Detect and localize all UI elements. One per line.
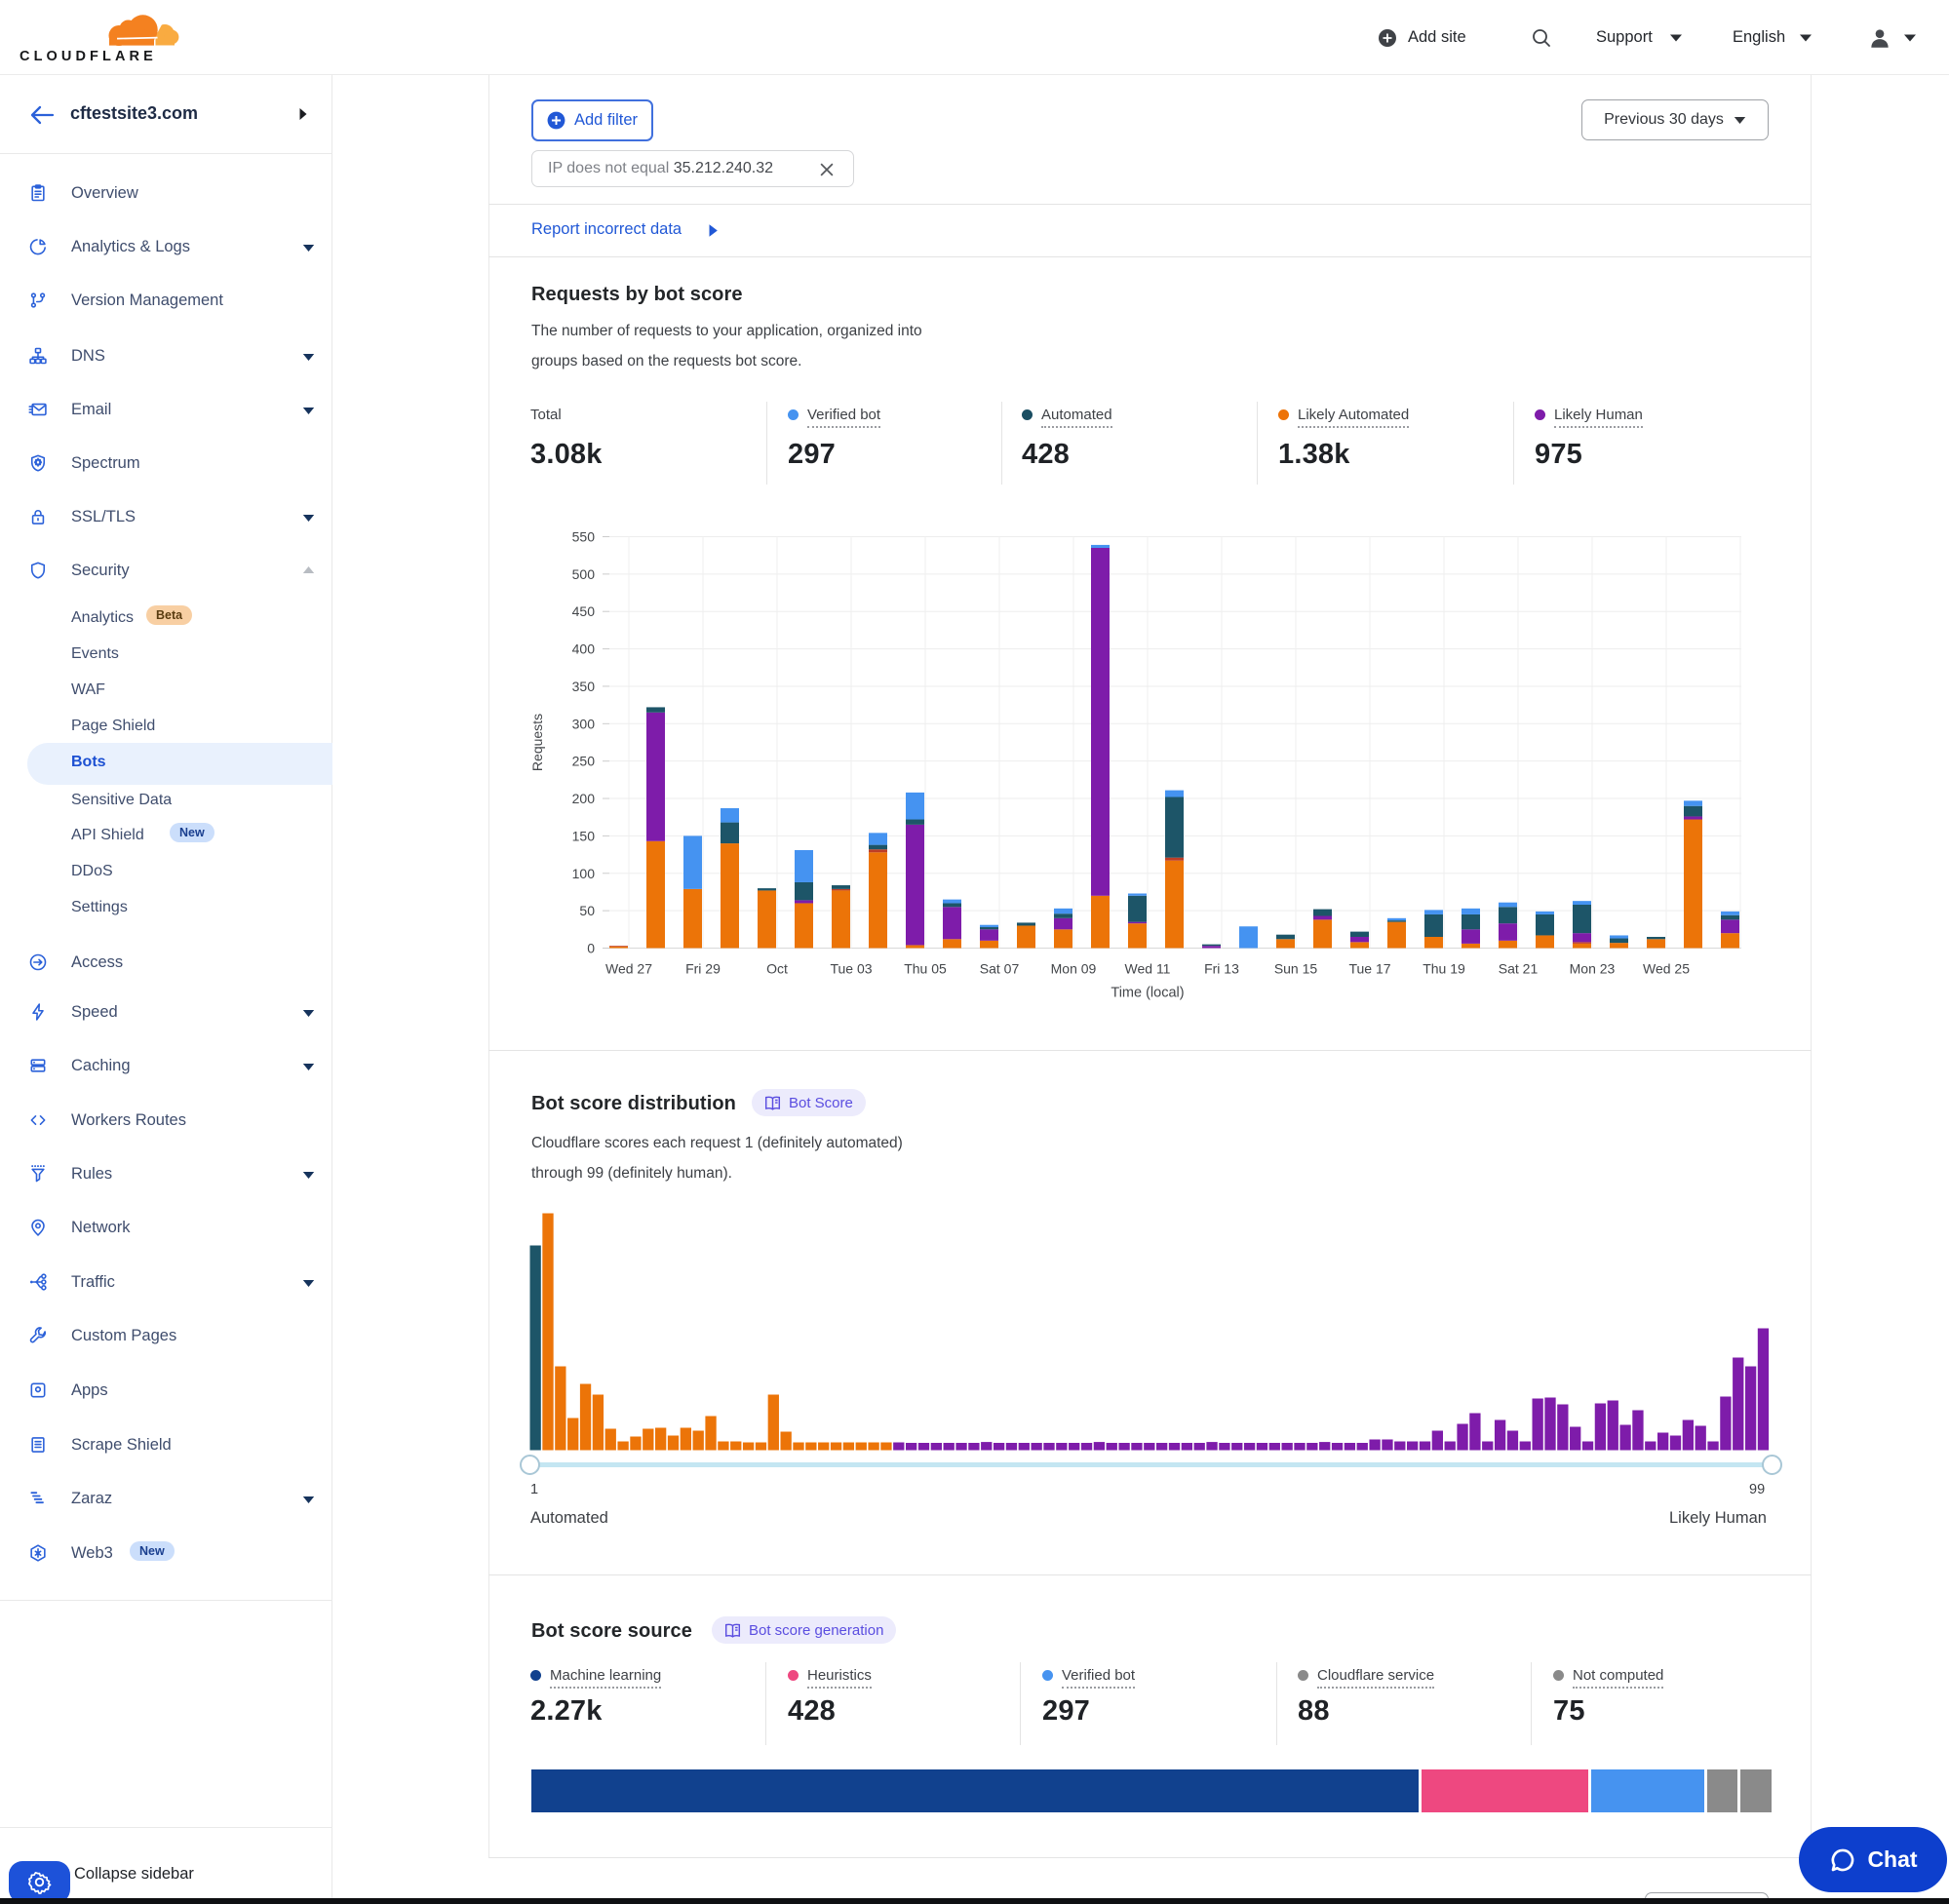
svg-text:Sat 21: Sat 21 (1499, 961, 1539, 977)
svg-text:Sat 07: Sat 07 (980, 961, 1020, 977)
svg-text:Sun 15: Sun 15 (1274, 961, 1318, 977)
svg-text:50: 50 (579, 903, 595, 918)
svg-text:Fri 13: Fri 13 (1204, 961, 1239, 977)
svg-text:Tue 17: Tue 17 (1348, 961, 1390, 977)
svg-text:500: 500 (572, 566, 596, 582)
svg-text:Wed 11: Wed 11 (1125, 961, 1171, 977)
svg-text:Time (local): Time (local) (1111, 986, 1184, 1001)
svg-text:450: 450 (572, 603, 596, 619)
svg-text:Thu 05: Thu 05 (904, 961, 947, 977)
svg-text:CLOUDFLARE: CLOUDFLARE (19, 49, 157, 64)
svg-text:Wed 25: Wed 25 (1643, 961, 1690, 977)
svg-text:550: 550 (572, 528, 596, 544)
svg-text:Requests: Requests (529, 714, 545, 771)
svg-text:Mon 23: Mon 23 (1570, 961, 1616, 977)
svg-text:Tue 03: Tue 03 (830, 961, 872, 977)
svg-text:100: 100 (572, 866, 596, 881)
svg-text:250: 250 (572, 754, 596, 769)
svg-text:350: 350 (572, 679, 596, 694)
svg-text:400: 400 (572, 641, 596, 657)
svg-text:150: 150 (572, 828, 596, 843)
svg-text:Wed 27: Wed 27 (605, 961, 652, 977)
svg-text:Oct: Oct (766, 961, 788, 977)
svg-text:Thu 19: Thu 19 (1423, 961, 1465, 977)
svg-text:Mon 09: Mon 09 (1051, 961, 1097, 977)
svg-text:Fri 29: Fri 29 (685, 961, 721, 977)
svg-text:0: 0 (587, 941, 595, 956)
svg-text:200: 200 (572, 791, 596, 806)
svg-text:300: 300 (572, 716, 596, 731)
